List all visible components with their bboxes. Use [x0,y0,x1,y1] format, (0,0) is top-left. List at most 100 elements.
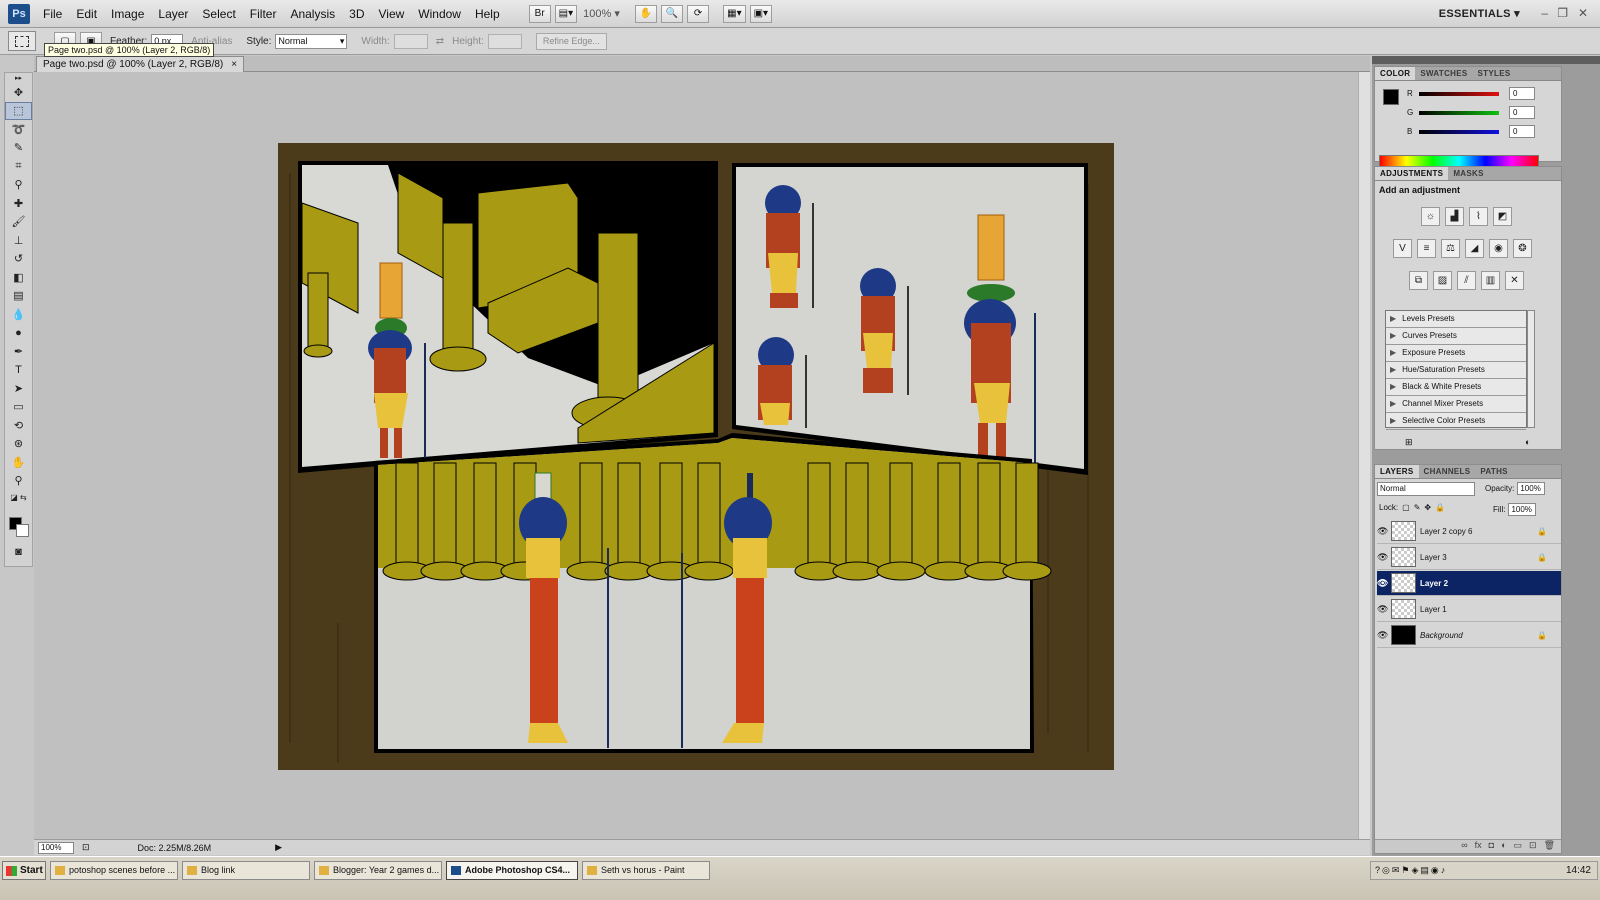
menu-file[interactable]: File [36,0,69,28]
fill-input[interactable]: 100% [1508,503,1537,516]
channel-value-input[interactable]: 0 [1509,87,1535,100]
gradient-tool-icon[interactable]: ▤ [5,287,32,306]
expand-triangle-icon[interactable]: ▶ [1390,311,1396,327]
style-select[interactable]: Normal [275,33,348,49]
expand-triangle-icon[interactable]: ▶ [1390,379,1396,395]
channel-value-input[interactable]: 0 [1509,125,1535,138]
new-adjustment-icon[interactable]: ◐ [1501,840,1506,853]
comic-page-artwork[interactable] [278,143,1114,770]
zoom-level[interactable]: 100% ▾ [583,7,631,20]
arrange-documents-icon[interactable]: ▦▾ [723,4,746,23]
history-brush-icon[interactable]: ↺ [5,250,32,269]
new-layer-icon[interactable]: ⊡ [1529,840,1537,853]
color-tab-color[interactable]: COLOR [1375,67,1416,80]
status-arrow-icon[interactable]: ▶ [275,842,282,853]
color-foreground-swatch[interactable] [1383,89,1399,105]
channel-slider[interactable] [1419,129,1499,134]
minimize-icon[interactable]: – [1541,6,1548,20]
document-tab[interactable]: Page two.psd @ 100% (Layer 2, RGB/8) × [36,56,245,72]
return-to-list-icon[interactable]: ⊞ [1405,437,1413,448]
menu-window[interactable]: Window [411,0,468,28]
hand-icon[interactable]: ✋ [5,453,32,472]
status-zoom-field[interactable]: 100% [38,841,74,854]
width-input[interactable] [393,33,428,49]
refine-edge-button[interactable]: Refine Edge... [535,32,607,50]
preset-item[interactable]: ▶ Selective Color Presets [1386,413,1526,430]
zoom-icon[interactable]: ⚲ [5,472,32,491]
lock-position-icon[interactable]: ✥ [1424,503,1431,512]
adjustment-clip-icon[interactable]: ◐ [1525,437,1530,447]
expand-triangle-icon[interactable]: ▶ [1390,413,1396,429]
eraser-tool-icon[interactable]: ◧ [5,268,32,287]
rotate-view-icon[interactable]: ⟳ [687,4,710,23]
adjustments-tab-adjustments[interactable]: ADJUSTMENTS [1375,167,1449,180]
brush-tool-icon[interactable]: 🖌 [5,213,32,232]
visibility-eye-icon[interactable]: 👁 [1377,526,1388,537]
zoom-tool-icon[interactable]: 🔍 [661,4,684,23]
pen-tool-icon[interactable]: ✒ [5,342,32,361]
clone-stamp-icon[interactable]: ⊥ [5,231,32,250]
default-colors-icon[interactable]: ◪ ⇆ [5,490,32,504]
exposure-icon[interactable]: ◩ [1493,207,1512,226]
color-balance-icon[interactable]: ⚖ [1441,239,1460,258]
selective-color-icon[interactable]: ✕ [1505,271,1524,290]
lock-all-icon[interactable]: 🔒 [1435,503,1445,512]
swap-dimensions-icon[interactable]: ⇄ [436,36,444,47]
invert-icon[interactable]: ⧉ [1409,271,1428,290]
opacity-input[interactable]: 100% [1517,482,1546,495]
start-button[interactable]: Start [2,861,46,880]
adjustments-tab-masks[interactable]: MASKS [1448,167,1488,180]
preset-item[interactable]: ▶ Curves Presets [1386,328,1526,345]
brightness-contrast-icon[interactable]: ☼ [1421,207,1440,226]
layers-tab-paths[interactable]: PATHS [1475,465,1512,478]
channel-slider[interactable] [1419,91,1499,96]
close-icon[interactable]: ✕ [1578,6,1588,20]
posterize-icon[interactable]: ▨ [1433,271,1452,290]
blur-tool-icon[interactable]: 💧 [5,305,32,324]
taskbar-task[interactable]: potoshop scenes before ... [50,861,178,880]
visibility-eye-icon[interactable]: 👁 [1377,578,1388,589]
vibrance-icon[interactable]: V [1393,239,1412,258]
visibility-eye-icon[interactable]: 👁 [1377,630,1388,641]
move-tool-icon[interactable]: ✥ [5,83,32,102]
layer-row[interactable]: 👁 Background 🔒 [1377,623,1561,648]
presets-scrollbar[interactable] [1527,310,1535,428]
hue-saturation-icon[interactable]: ≡ [1417,239,1436,258]
layer-style-icon[interactable]: fx [1475,840,1482,853]
eyedropper-icon[interactable]: ⚲ [5,176,32,195]
quick-mask-icon[interactable]: ◙ [5,543,32,562]
blend-mode-select[interactable]: Normal [1377,482,1475,496]
levels-icon[interactable]: ▟ [1445,207,1464,226]
menu-image[interactable]: Image [104,0,151,28]
color-tab-styles[interactable]: STYLES [1473,67,1516,80]
color-tab-swatches[interactable]: SWATCHES [1415,67,1472,80]
visibility-eye-icon[interactable]: 👁 [1377,604,1388,615]
taskbar-task[interactable]: Seth vs horus - Paint [582,861,710,880]
height-input[interactable] [487,33,522,49]
new-group-icon[interactable]: ▭ [1514,840,1523,853]
close-tab-icon[interactable]: × [231,57,237,72]
vertical-scrollbar[interactable] [1358,72,1370,839]
rectangular-marquee-icon[interactable]: ⬚ [5,101,32,120]
shape-tool-icon[interactable]: ▭ [5,398,32,417]
tray-icons[interactable]: ?◎✉⚑◈▤◉♪ [1375,865,1447,876]
quick-selection-icon[interactable]: ✎ [5,139,32,158]
menu-filter[interactable]: Filter [243,0,284,28]
restore-icon[interactable]: ❐ [1557,6,1568,20]
expand-triangle-icon[interactable]: ▶ [1390,345,1396,361]
link-layers-icon[interactable]: ∞ [1461,840,1467,853]
preset-item[interactable]: ▶ Hue/Saturation Presets [1386,362,1526,379]
lock-transparency-icon[interactable]: ▢ [1402,503,1410,512]
view-extras-icon[interactable]: ▤▾ [554,4,578,23]
black-white-icon[interactable]: ◢ [1465,239,1484,258]
canvas-area[interactable] [34,72,1358,839]
background-color-swatch[interactable] [16,524,29,537]
menu-help[interactable]: Help [468,0,507,28]
menu-select[interactable]: Select [195,0,242,28]
bridge-icon[interactable]: Br [528,4,551,23]
visibility-eye-icon[interactable]: 👁 [1377,552,1388,563]
curves-icon[interactable]: ⌇ [1469,207,1488,226]
layers-tab-layers[interactable]: LAYERS [1375,465,1419,478]
photo-filter-icon[interactable]: ◉ [1489,239,1508,258]
channel-slider[interactable] [1419,110,1499,115]
